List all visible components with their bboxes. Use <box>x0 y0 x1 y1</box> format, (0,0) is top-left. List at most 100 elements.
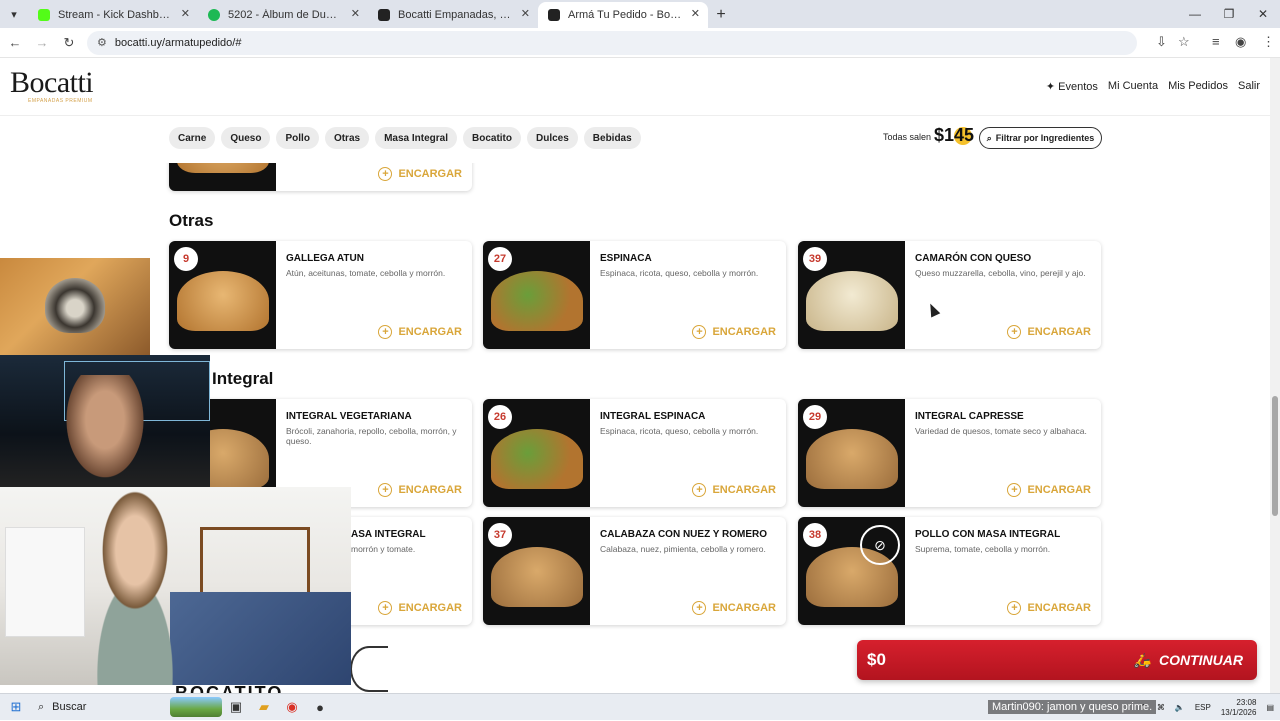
profile-icon[interactable]: ◉ <box>1235 34 1246 50</box>
volume-icon[interactable]: 🔈 <box>1175 703 1185 712</box>
raccoon-image <box>45 278 105 333</box>
restore-icon[interactable]: ❐ <box>1212 0 1246 28</box>
no-salt-badge-icon: ⊘ <box>860 525 900 565</box>
close-tab-icon[interactable]: ✕ <box>351 7 360 20</box>
media-control-icon[interactable]: ≡ <box>1212 34 1220 49</box>
windows-start-icon[interactable]: ⊞ <box>0 699 32 715</box>
add-button[interactable]: + ENCARGAR <box>378 483 462 497</box>
network-icon[interactable]: ⌘ <box>1157 703 1165 712</box>
category-masa-integral[interactable]: Masa Integral <box>375 127 457 149</box>
product-name: INTEGRAL CAPRESSE <box>915 411 1024 422</box>
browser-tab-bar: ▾ Stream - Kick Dashboard ✕ 5202 - Álbum… <box>0 0 1280 28</box>
product-card[interactable]: 37 CALABAZA CON NUEZ Y ROMERO Calabaza, … <box>483 517 786 625</box>
browser-tab-kick[interactable]: Stream - Kick Dashboard ✕ <box>28 2 198 28</box>
cart-total: $0 <box>867 650 886 669</box>
new-tab-button[interactable]: + <box>708 2 734 28</box>
category-carne[interactable]: Carne <box>169 127 216 149</box>
add-button[interactable]: + ENCARGAR <box>1007 483 1091 497</box>
category-dulces[interactable]: Dulces <box>526 127 578 149</box>
add-button[interactable]: + ENCARGAR <box>378 601 462 615</box>
task-view-icon[interactable]: ▣ <box>222 699 250 715</box>
add-label: ENCARGAR <box>712 602 776 614</box>
bocatito-stamp <box>350 646 388 692</box>
back-icon[interactable]: ← <box>3 35 27 50</box>
plus-icon: + <box>1007 601 1022 615</box>
product-card[interactable]: 9 GALLEGA ATUN Atún, aceitunas, tomate, … <box>169 241 472 349</box>
add-button[interactable]: + ENCARGAR <box>1007 325 1091 339</box>
tab-label: Bocatti Empanadas, pedí en la W <box>398 9 512 21</box>
tab-search-icon[interactable]: ▾ <box>0 0 28 28</box>
top-nav: ✦ Eventos Mi Cuenta Mis Pedidos Salir <box>1046 80 1260 93</box>
category-pollo[interactable]: Pollo <box>276 127 319 149</box>
product-name: CAMARÓN CON QUESO <box>915 253 1032 264</box>
category-bebidas[interactable]: Bebidas <box>583 127 641 149</box>
filter-ingredients-button[interactable]: ⌕ Filtrar por Ingredientes <box>979 127 1102 149</box>
close-window-icon[interactable]: ✕ <box>1246 0 1280 28</box>
widgets-thumbnail[interactable] <box>170 697 222 717</box>
chrome-icon[interactable]: ◉ <box>278 699 306 715</box>
add-button[interactable]: + ENCARGAR <box>692 483 776 497</box>
file-explorer-icon[interactable]: ▰ <box>250 699 278 715</box>
minimize-icon[interactable]: — <box>1178 0 1212 28</box>
tab-label: 5202 - Álbum de Duki | Spotify <box>228 9 342 21</box>
product-card[interactable]: 39 CAMARÓN CON QUESO Queso muzzarella, c… <box>798 241 1101 349</box>
delivery-scooter-icon: 🛵 <box>1133 651 1151 668</box>
notifications-icon[interactable]: ▤ <box>1266 703 1274 712</box>
add-button[interactable]: + ENCARGAR <box>378 167 462 181</box>
close-tab-icon[interactable]: ✕ <box>181 7 190 20</box>
product-number: 29 <box>803 405 827 429</box>
add-button[interactable]: + ENCARGAR <box>378 325 462 339</box>
forward-icon[interactable]: → <box>30 35 54 50</box>
product-desc: Queso muzzarella, cebolla, vino, perejil… <box>915 268 1086 278</box>
obs-icon[interactable]: ● <box>306 700 334 715</box>
product-desc: Brócoli, zanahoria, repollo, cebolla, mo… <box>286 426 457 446</box>
plus-icon: + <box>1007 325 1022 339</box>
close-tab-icon[interactable]: ✕ <box>521 7 530 20</box>
add-button[interactable]: + ENCARGAR <box>1007 601 1091 615</box>
empanada-image <box>491 429 583 489</box>
product-card[interactable]: 29 INTEGRAL CAPRESSE Variedad de quesos,… <box>798 399 1101 507</box>
product-card[interactable]: 26 INTEGRAL ESPINACA Espinaca, ricota, q… <box>483 399 786 507</box>
add-button[interactable]: + ENCARGAR <box>692 601 776 615</box>
bocatti-logo[interactable]: Bocatti <box>10 66 94 100</box>
continue-order-button[interactable]: $0 🛵 CONTINUAR <box>857 640 1257 680</box>
browser-tab-arma-pedido[interactable]: Armá Tu Pedido - Bocatti Empa ✕ <box>538 2 708 28</box>
product-card[interactable]: ⊘ 38 POLLO CON MASA INTEGRAL Suprema, to… <box>798 517 1101 625</box>
browser-tab-spotify[interactable]: 5202 - Álbum de Duki | Spotify ✕ <box>198 2 368 28</box>
tab-label: Stream - Kick Dashboard <box>58 9 172 21</box>
product-desc: morrón y tomate. <box>351 544 416 554</box>
nav-eventos[interactable]: ✦ Eventos <box>1046 80 1098 93</box>
install-app-icon[interactable]: ⇩ <box>1156 34 1167 50</box>
menu-icon[interactable]: ⋮ <box>1262 34 1275 50</box>
url-input[interactable]: ⚙ bocatti.uy/armatupedido/# <box>87 30 1137 55</box>
nav-salir[interactable]: Salir <box>1238 80 1260 93</box>
category-queso[interactable]: Queso <box>221 127 271 149</box>
streamer-image <box>60 487 210 685</box>
nav-mi-cuenta[interactable]: Mi Cuenta <box>1108 80 1158 93</box>
language-indicator[interactable]: ESP <box>1195 703 1211 712</box>
bookmark-star-icon[interactable]: ☆ <box>1178 34 1190 50</box>
category-otras[interactable]: Otras <box>324 127 370 149</box>
scrollbar-thumb[interactable] <box>1272 396 1278 516</box>
reload-icon[interactable]: ↻ <box>57 35 81 51</box>
taskbar-search[interactable]: ⌕ Buscar <box>32 701 162 714</box>
add-label: ENCARGAR <box>1027 484 1091 496</box>
add-label: ENCARGAR <box>712 326 776 338</box>
category-bocatito[interactable]: Bocatito <box>462 127 521 149</box>
raccoon-cam-overlay <box>0 258 150 355</box>
product-name: CALABAZA CON NUEZ Y ROMERO <box>600 529 768 540</box>
empanada-image <box>806 271 898 331</box>
system-tray: ⌃ ⌘ 🔈 ESP 23:08 13/1/2026 ▤ <box>1140 694 1274 721</box>
add-button[interactable]: + ENCARGAR <box>692 325 776 339</box>
taskbar-search-label: Buscar <box>52 701 87 713</box>
browser-tab-bocatti-home[interactable]: Bocatti Empanadas, pedí en la W ✕ <box>368 2 538 28</box>
plus-icon: + <box>692 483 707 497</box>
nav-mis-pedidos[interactable]: Mis Pedidos <box>1168 80 1228 93</box>
product-card[interactable]: 27 ESPINACA Espinaca, ricota, queso, ceb… <box>483 241 786 349</box>
product-card[interactable]: + ENCARGAR <box>169 163 472 191</box>
add-label: ENCARGAR <box>398 602 462 614</box>
taskbar-clock[interactable]: 23:08 13/1/2026 <box>1221 698 1257 718</box>
page-scrollbar[interactable] <box>1270 58 1280 693</box>
site-info-icon[interactable]: ⚙ <box>97 36 107 49</box>
close-tab-icon[interactable]: ✕ <box>691 7 700 20</box>
